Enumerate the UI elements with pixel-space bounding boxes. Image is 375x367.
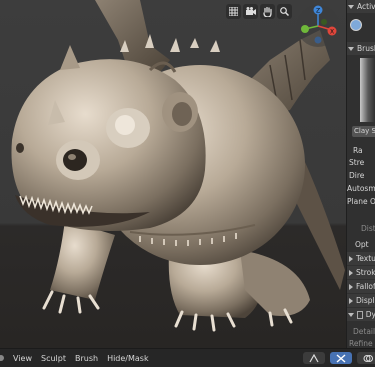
hand-icon[interactable] <box>260 4 275 19</box>
expand-arrow-icon <box>349 283 353 290</box>
stroke-section[interactable]: Strok <box>347 266 375 279</box>
brush-name-field[interactable]: Clay St <box>352 126 375 137</box>
menu-sculpt[interactable]: Sculpt <box>41 354 66 363</box>
3d-viewport[interactable]: Z X <box>0 0 346 348</box>
brush-header-label: Brush <box>357 44 375 53</box>
falloff-section[interactable]: Fallof <box>347 280 375 293</box>
refine-method-label: Refine M <box>349 339 375 348</box>
menu-hide-mask[interactable]: Hide/Mask <box>107 354 149 363</box>
overlay-icon <box>363 354 373 362</box>
y-axis-handle[interactable] <box>301 25 309 33</box>
mode-icon[interactable] <box>0 355 4 361</box>
active-tool-label: Active <box>357 2 375 11</box>
neg-y-axis-handle[interactable] <box>321 19 327 25</box>
prop-autosmooth: Autosm <box>347 184 375 193</box>
collapse-arrow-icon <box>348 46 354 51</box>
viewport-navigation-bar <box>226 4 292 19</box>
symmetry-button[interactable] <box>303 352 325 364</box>
dyntopo-checkbox[interactable] <box>357 310 363 319</box>
z-axis-label: Z <box>316 8 320 15</box>
mirror-x-button[interactable] <box>330 352 352 364</box>
zoom-icon[interactable] <box>277 4 292 19</box>
neg-z-axis-handle[interactable] <box>314 36 322 44</box>
menu-brush[interactable]: Brush <box>75 354 98 363</box>
brush-preview-image[interactable] <box>360 58 375 122</box>
collapse-arrow-icon <box>348 312 354 317</box>
axis-gizmo[interactable]: Z X <box>296 4 341 49</box>
properties-side-panel: Active Brush Ra Stre Dire Autosm Plane O… <box>346 0 375 348</box>
texture-section[interactable]: Textu <box>347 252 375 265</box>
prop-direction: Dire <box>349 171 365 180</box>
prop-strength: Stre <box>349 158 365 167</box>
grid-icon[interactable] <box>226 4 241 19</box>
dragon-sculpt-model <box>11 0 345 332</box>
dyntopo-section[interactable]: Dy <box>347 308 375 321</box>
brush-tool-icon[interactable] <box>350 19 362 31</box>
camera-icon[interactable] <box>243 4 258 19</box>
display-section[interactable]: Displa <box>347 294 375 307</box>
active-tool-header[interactable]: Active <box>347 0 375 13</box>
prop-plane-offset: Plane O <box>347 197 375 206</box>
brush-header[interactable]: Brush <box>347 42 375 55</box>
overlay-button[interactable] <box>357 352 375 364</box>
expand-arrow-icon <box>349 297 353 304</box>
collapse-arrow-icon <box>348 4 354 9</box>
expand-arrow-icon <box>349 255 353 262</box>
menu-view[interactable]: View <box>13 354 32 363</box>
prop-distance: Dist <box>361 224 375 233</box>
expand-arrow-icon <box>349 269 353 276</box>
x-axis-label: X <box>330 29 334 36</box>
options-subpanel[interactable]: Opt <box>355 238 369 251</box>
viewport-header-bar: View Sculpt Brush Hide/Mask <box>0 348 375 367</box>
symmetry-icon <box>309 353 319 362</box>
mirror-x-icon <box>336 353 346 363</box>
